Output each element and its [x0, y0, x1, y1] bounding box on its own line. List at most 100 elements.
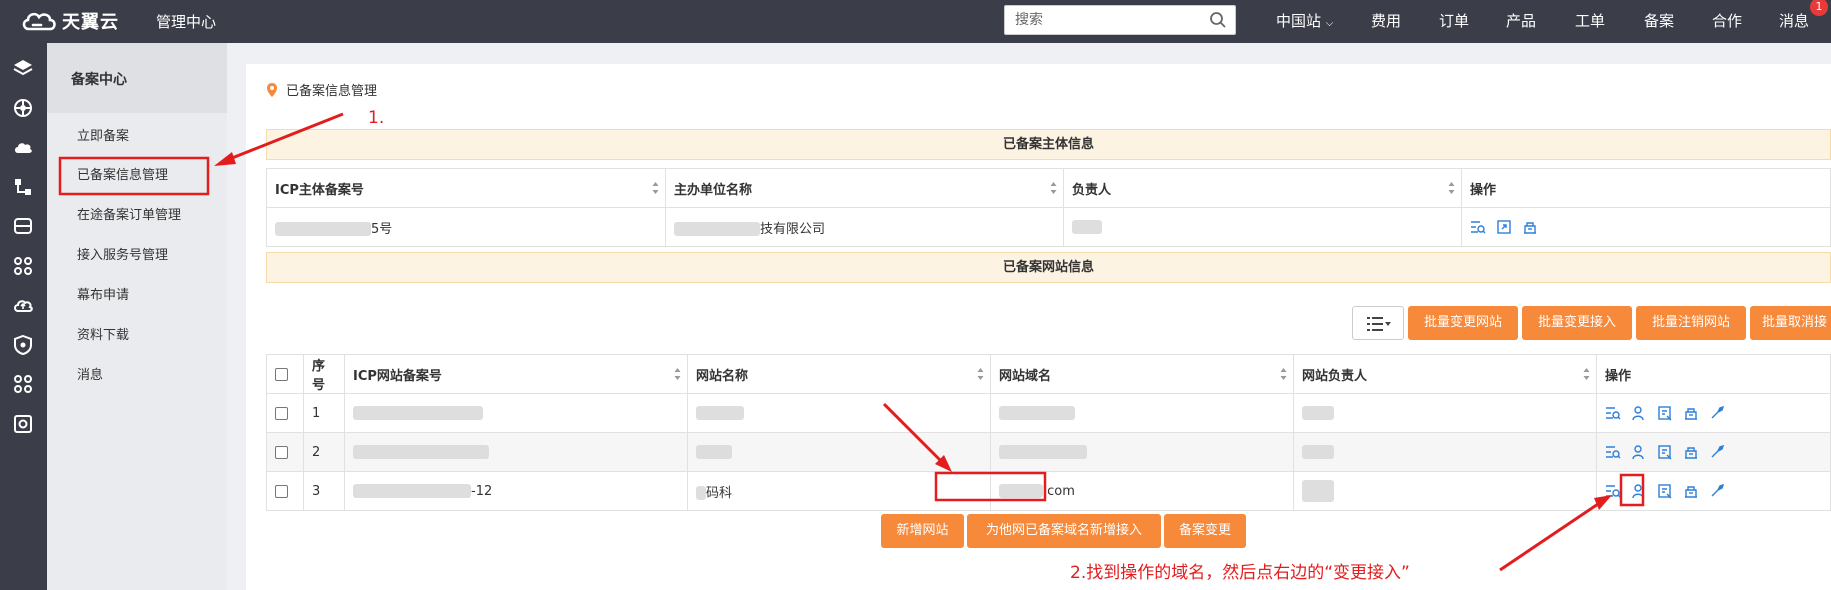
- sidebar-item-pending-orders[interactable]: 在途备案订单管理: [77, 204, 181, 223]
- change-access-icon[interactable]: [1657, 483, 1673, 499]
- change-access-icon[interactable]: [1657, 405, 1673, 421]
- sort-icon[interactable]: [1583, 367, 1590, 381]
- redacted-block: [696, 445, 732, 459]
- building-icon[interactable]: [1683, 405, 1699, 421]
- col-site-domain[interactable]: 网站域名: [990, 354, 1294, 394]
- user-icon[interactable]: [1631, 444, 1647, 460]
- view-detail-icon[interactable]: [1605, 483, 1621, 499]
- sidebar-item-apply-filing[interactable]: 立即备案: [77, 125, 129, 144]
- subject-table: ICP主体备案号 主办单位名称 负责人 操作 5号 技有限公司: [266, 168, 1831, 247]
- cluster-icon[interactable]: [12, 255, 34, 277]
- management-center-link[interactable]: 管理中心: [156, 11, 216, 32]
- sort-icon[interactable]: [977, 367, 984, 381]
- table-row: 2: [266, 432, 1831, 472]
- row-checkbox[interactable]: [275, 484, 288, 498]
- building-icon[interactable]: [1522, 219, 1538, 235]
- col-org-name[interactable]: 主办单位名称: [665, 168, 1064, 208]
- edit-subject-icon[interactable]: [1496, 219, 1512, 235]
- site-domain-cell: .com: [990, 471, 1294, 511]
- user-icon[interactable]: [1631, 483, 1647, 499]
- actions-cell: [1461, 207, 1831, 247]
- list-icon: [1367, 317, 1391, 331]
- sort-icon[interactable]: [674, 367, 681, 381]
- nav-cooperation[interactable]: 合作: [1712, 10, 1742, 31]
- column-toggle-button[interactable]: [1352, 306, 1404, 340]
- logo[interactable]: 天翼云: [20, 8, 119, 34]
- nav-filing[interactable]: 备案: [1644, 10, 1674, 31]
- redacted-block: [1302, 406, 1334, 420]
- sidebar-item-filed-info[interactable]: 已备案信息管理: [77, 164, 168, 183]
- tool-icon[interactable]: [1709, 444, 1725, 460]
- sort-icon[interactable]: [652, 181, 659, 195]
- nav-messages[interactable]: 消息: [1779, 10, 1809, 31]
- icon-rail: [0, 43, 47, 590]
- cloud-upload-icon[interactable]: [12, 294, 34, 316]
- nav-products[interactable]: 产品: [1506, 10, 1536, 31]
- nav-region-china[interactable]: 中国站 ⌵: [1276, 10, 1333, 31]
- monitor-icon[interactable]: [12, 413, 34, 435]
- seq-cell: 1: [303, 393, 345, 433]
- change-access-icon[interactable]: [1657, 444, 1673, 460]
- sidebar-title: 备案中心: [71, 72, 127, 88]
- site-table: 序号 ICP网站备案号 网站名称 网站域名 网站负责人 操作 1 2 3 -12…: [266, 354, 1831, 511]
- batch-change-site-button[interactable]: 批量变更网站: [1408, 306, 1518, 340]
- apps-icon[interactable]: [12, 373, 34, 395]
- database-icon[interactable]: [12, 215, 34, 237]
- batch-cancel-access-button[interactable]: 批量取消接: [1750, 306, 1831, 340]
- shield-icon[interactable]: [12, 334, 34, 356]
- row-checkbox[interactable]: [275, 406, 288, 420]
- filing-change-button[interactable]: 备案变更: [1164, 514, 1246, 548]
- col-icp-subject[interactable]: ICP主体备案号: [266, 168, 666, 208]
- sidebar-item-access-service[interactable]: 接入服务号管理: [77, 244, 168, 263]
- col-icp-site[interactable]: ICP网站备案号: [344, 354, 688, 394]
- select-all-checkbox[interactable]: [275, 367, 288, 381]
- nav-billing[interactable]: 费用: [1371, 10, 1401, 31]
- row-checkbox[interactable]: [275, 445, 288, 459]
- nav-orders[interactable]: 订单: [1439, 10, 1469, 31]
- col-site-principal[interactable]: 网站负责人: [1293, 354, 1597, 394]
- view-detail-icon[interactable]: [1470, 219, 1486, 235]
- user-icon[interactable]: [1631, 405, 1647, 421]
- sidebar-header: 备案中心: [47, 43, 227, 113]
- network-icon[interactable]: [12, 176, 34, 198]
- redacted-block: [353, 406, 483, 420]
- sort-icon[interactable]: [1050, 181, 1057, 195]
- sort-icon[interactable]: [1280, 367, 1287, 381]
- filing-sidebar: 备案中心 立即备案 已备案信息管理 在途备案订单管理 接入服务号管理 幕布申请 …: [47, 43, 227, 590]
- col-principal[interactable]: 负责人: [1063, 168, 1462, 208]
- search-input[interactable]: [1005, 6, 1195, 34]
- add-site-button[interactable]: 新增网站: [881, 514, 964, 548]
- redacted-block: [353, 445, 489, 459]
- compute-icon[interactable]: [12, 97, 34, 119]
- building-icon[interactable]: [1683, 444, 1699, 460]
- redacted-block: [674, 222, 760, 236]
- tool-icon[interactable]: [1709, 483, 1725, 499]
- site-actions-cell: [1596, 432, 1831, 472]
- building-icon[interactable]: [1683, 483, 1699, 499]
- col-site-name[interactable]: 网站名称: [687, 354, 991, 394]
- cloud-icon[interactable]: [12, 136, 34, 158]
- table-header: 序号 ICP网站备案号 网站名称 网站域名 网站负责人 操作: [266, 354, 1831, 394]
- batch-change-access-button[interactable]: 批量变更接入: [1522, 306, 1632, 340]
- add-access-for-other-domain-button[interactable]: 为他网已备案域名新增接入: [967, 514, 1161, 548]
- layers-icon[interactable]: [12, 57, 34, 79]
- sidebar-item-messages[interactable]: 消息: [77, 364, 103, 383]
- search-box: [1004, 5, 1236, 35]
- batch-cancel-site-button[interactable]: 批量注销网站: [1636, 306, 1746, 340]
- sort-icon[interactable]: [1448, 181, 1455, 195]
- principal-cell: [1063, 207, 1462, 247]
- nav-tickets[interactable]: 工单: [1575, 10, 1605, 31]
- view-detail-icon[interactable]: [1605, 405, 1621, 421]
- search-icon[interactable]: [1209, 11, 1227, 29]
- site-domain-cell: [990, 393, 1294, 433]
- chevron-down-icon: ⌵: [1325, 18, 1334, 29]
- location-pin-icon: [267, 82, 277, 97]
- sidebar-item-curtain[interactable]: 幕布申请: [77, 284, 129, 303]
- annotation-step1: 1.: [368, 108, 385, 128]
- sidebar-item-downloads[interactable]: 资料下载: [77, 324, 129, 343]
- icp-subject-cell: 5号: [266, 207, 666, 247]
- view-detail-icon[interactable]: [1605, 444, 1621, 460]
- site-domain-cell: [990, 432, 1294, 472]
- tool-icon[interactable]: [1709, 405, 1725, 421]
- redacted-block: [999, 445, 1087, 459]
